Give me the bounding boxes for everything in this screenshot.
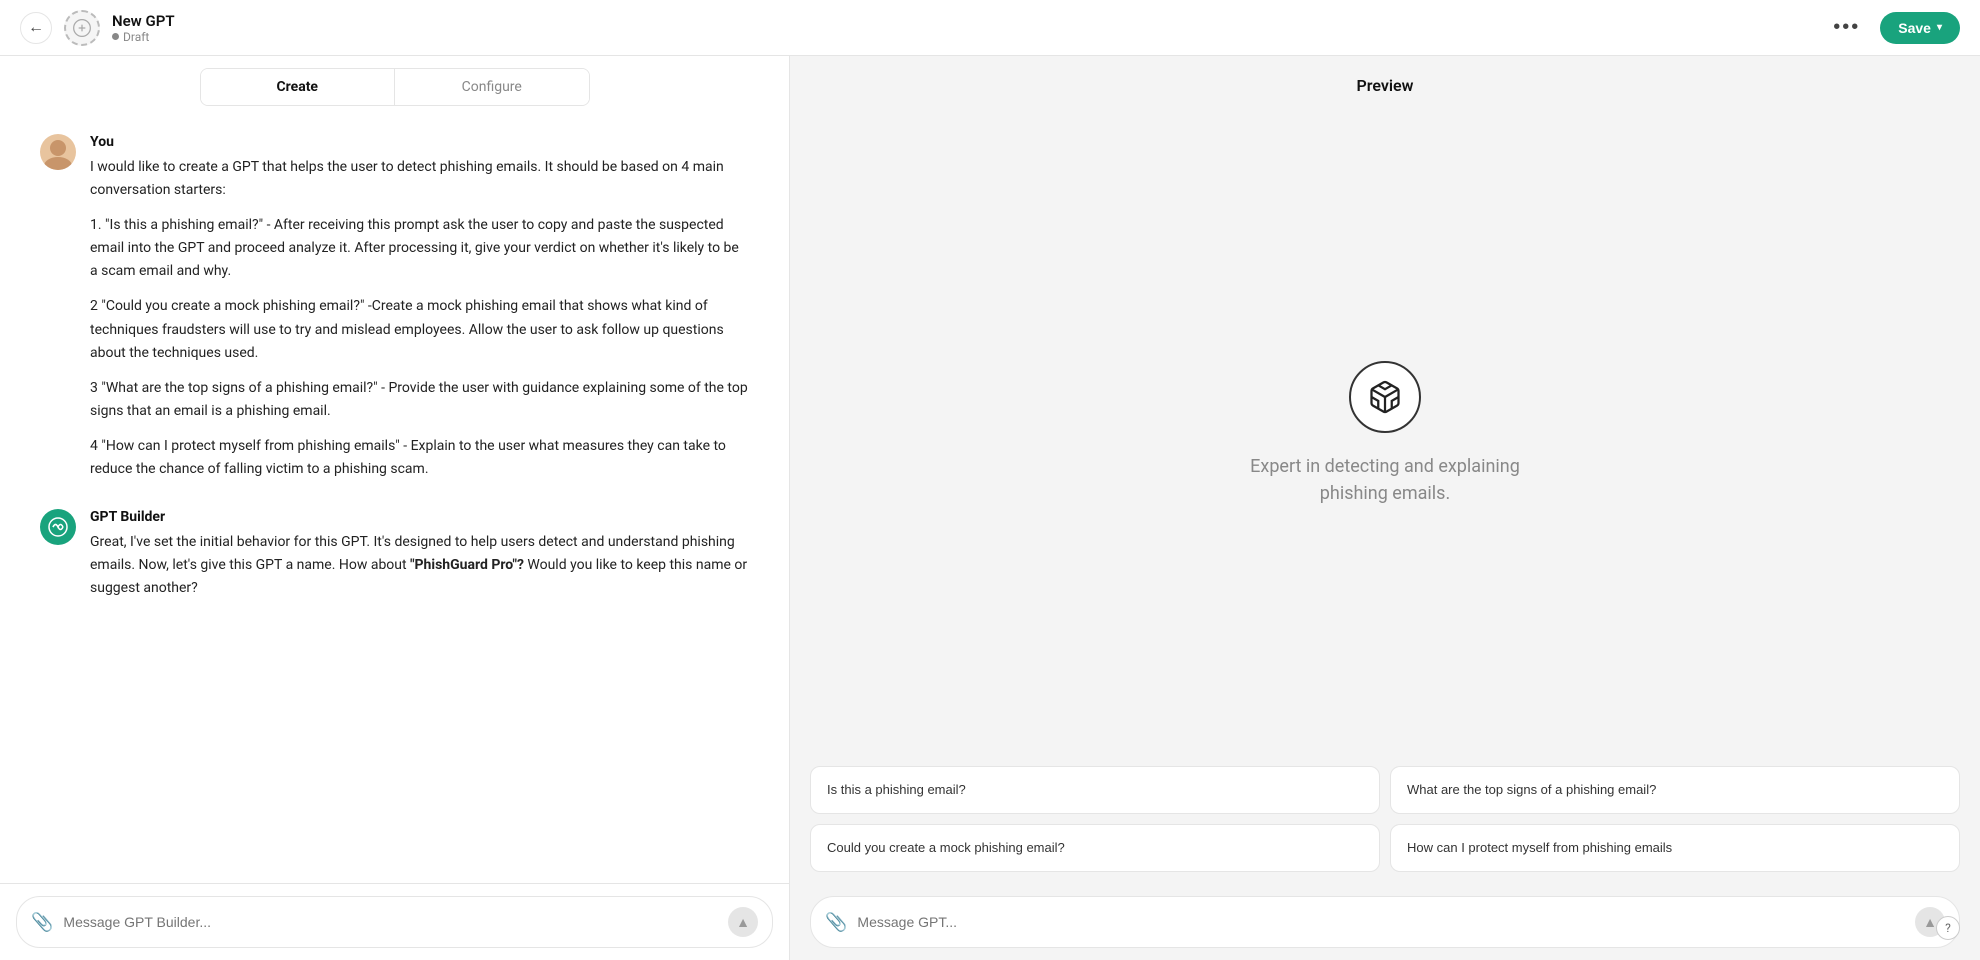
preview-attach-icon[interactable]: 📎 <box>825 912 847 933</box>
message-user-author: You <box>90 134 749 150</box>
preview-input-area: 📎 ▲ <box>790 884 1980 960</box>
message-gpt-content: GPT Builder Great, I've set the initial … <box>90 509 749 600</box>
gpt-status: Draft <box>112 30 175 44</box>
suggestion-btn-1[interactable]: Is this a phishing email? <box>810 766 1380 814</box>
message-gpt-author: GPT Builder <box>90 509 749 525</box>
preview-header: Preview <box>790 56 1980 115</box>
preview-description: Expert in detecting and explaining phish… <box>1215 453 1555 507</box>
save-button[interactable]: Save ▾ <box>1880 12 1960 44</box>
preview-icon <box>1349 361 1421 433</box>
back-button[interactable]: ← <box>20 12 52 44</box>
message-user: You I would like to create a GPT that he… <box>40 134 749 481</box>
more-options-button[interactable]: ••• <box>1825 12 1868 43</box>
top-bar-left: ← New GPT Draft <box>20 10 175 46</box>
preview-input-box: 📎 ▲ <box>810 896 1960 948</box>
avatar-user <box>40 134 76 170</box>
left-message-input[interactable] <box>63 914 718 930</box>
conversation-area: You I would like to create a GPT that he… <box>0 114 789 883</box>
suggestion-btn-4[interactable]: How can I protect myself from phishing e… <box>1390 824 1960 872</box>
draft-dot <box>112 33 119 40</box>
left-input-box: 📎 ▲ <box>16 896 773 948</box>
preview-content: Expert in detecting and explaining phish… <box>790 115 1980 754</box>
top-bar: ← New GPT Draft ••• Save ▾ <box>0 0 1980 56</box>
gpt-name: New GPT <box>112 12 175 30</box>
suggestion-btn-3[interactable]: Could you create a mock phishing email? <box>810 824 1380 872</box>
tab-group: Create Configure <box>200 68 590 106</box>
left-input-area: 📎 ▲ <box>0 883 789 960</box>
tab-configure[interactable]: Configure <box>395 69 589 105</box>
tab-bar-wrapper: Create Configure <box>0 56 789 114</box>
message-gpt: GPT Builder Great, I've set the initial … <box>40 509 749 600</box>
tab-create[interactable]: Create <box>201 69 395 105</box>
gpt-avatar <box>64 10 100 46</box>
save-chevron-icon: ▾ <box>1937 22 1942 33</box>
gpt-title-area: New GPT Draft <box>112 12 175 44</box>
message-user-content: You I would like to create a GPT that he… <box>90 134 749 481</box>
right-panel: Preview Expert in detecting and explaini… <box>790 56 1980 960</box>
suggestions-area: Is this a phishing email? What are the t… <box>790 754 1980 884</box>
attach-icon[interactable]: 📎 <box>31 912 53 933</box>
main-area: Create Configure You I would like to c <box>0 56 1980 960</box>
right-panel-inner: Preview Expert in detecting and explaini… <box>790 56 1980 960</box>
left-panel: Create Configure You I would like to c <box>0 56 790 960</box>
suggestion-btn-2[interactable]: What are the top signs of a phishing ema… <box>1390 766 1960 814</box>
avatar-gpt <box>40 509 76 545</box>
top-bar-right: ••• Save ▾ <box>1825 12 1960 44</box>
help-icon[interactable]: ? <box>1936 916 1960 940</box>
left-send-button[interactable]: ▲ <box>728 907 758 937</box>
preview-message-input[interactable] <box>857 914 1905 930</box>
message-user-text: I would like to create a GPT that helps … <box>90 156 749 481</box>
message-gpt-text: Great, I've set the initial behavior for… <box>90 531 749 600</box>
